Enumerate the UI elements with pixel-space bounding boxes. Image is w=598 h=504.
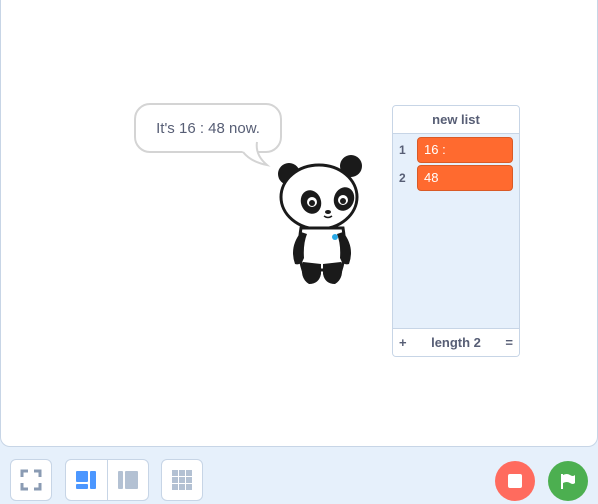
list-footer: + length 2 = (393, 328, 519, 356)
grid-icon (172, 470, 192, 490)
speech-bubble-text: It's 16 : 48 now. (156, 119, 260, 137)
stage-layout-toggle[interactable] (65, 459, 149, 501)
list-item-index: 2 (399, 171, 406, 185)
large-stage-layout-icon (117, 471, 138, 489)
resize-handle[interactable]: = (505, 335, 513, 350)
green-flag-button[interactable] (548, 461, 588, 501)
list-monitor[interactable]: new list 1 16 : 2 48 + length 2 = (392, 105, 520, 357)
small-stage-button[interactable] (66, 460, 107, 500)
list-item[interactable]: 1 16 : (393, 136, 519, 164)
stage[interactable]: It's 16 : 48 now. new list 1 16: 2 48 +… (0, 0, 598, 447)
list-item[interactable]: 2 48 (393, 164, 519, 192)
list-item-value[interactable]: 48 (417, 165, 513, 191)
fullscreen-button[interactable] (10, 459, 52, 501)
list-items: 1 16 : 2 48 (393, 136, 519, 192)
panda-sprite[interactable] (271, 152, 371, 292)
large-stage-button[interactable] (106, 460, 149, 500)
small-stage-layout-icon (76, 471, 97, 489)
list-item-value[interactable]: 16 : (417, 137, 513, 163)
list-title: new list (393, 106, 519, 134)
list-item-index: 1 (399, 143, 406, 157)
list-length-label: length 2 (431, 335, 481, 350)
grid-button[interactable] (161, 459, 203, 501)
green-flag-icon (561, 474, 575, 489)
fullscreen-icon (20, 469, 42, 491)
stop-button[interactable] (495, 461, 535, 501)
add-item-button[interactable]: + (399, 335, 407, 350)
stop-icon (508, 474, 522, 488)
